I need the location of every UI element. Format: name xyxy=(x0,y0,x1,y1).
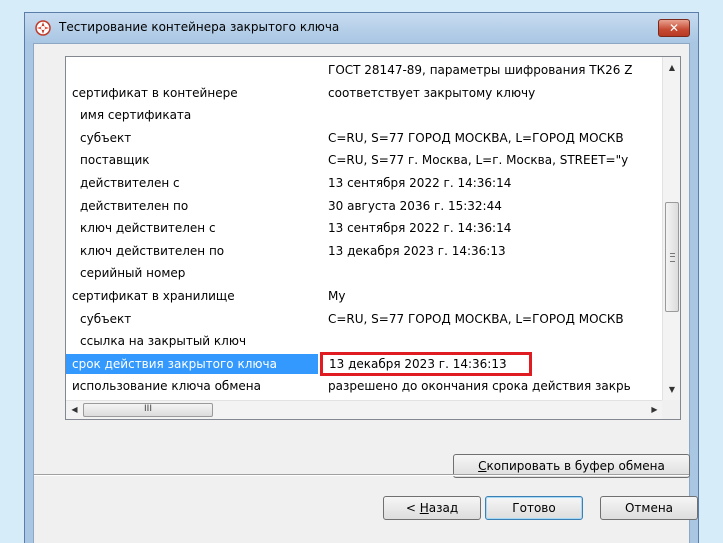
property-name: срок действия закрытого ключа xyxy=(66,353,318,374)
property-value xyxy=(328,331,663,351)
property-value: ГОСТ 28147-89, параметры шифрования ТК26… xyxy=(328,63,633,77)
property-name: субъект xyxy=(80,311,132,326)
list-row[interactable]: использование ключа обмена разрешено до о… xyxy=(66,376,663,399)
property-value: 13 сентября 2022 г. 14:36:14 xyxy=(328,176,512,190)
footer-separator xyxy=(34,474,689,476)
property-value: 13 декабря 2023 г. 14:36:13 xyxy=(328,243,506,258)
property-value: соответствует закрытому ключу xyxy=(328,85,536,100)
vertical-scroll-thumb[interactable] xyxy=(665,202,679,312)
back-mnemonic: Н xyxy=(419,501,429,515)
list-row[interactable]: действителен с 13 сентября 2022 г. 14:36:… xyxy=(66,173,663,196)
scroll-down-arrow-icon[interactable]: ▼ xyxy=(663,381,680,398)
property-value: 13 декабря 2023 г. 14:36:13 xyxy=(320,351,532,376)
property-name: сертификат в хранилище xyxy=(72,289,235,303)
horizontal-scrollbar[interactable]: ◀ III ▶ xyxy=(66,400,663,419)
property-value: разрешено до окончания срока действия за… xyxy=(328,379,631,394)
property-name: субъект xyxy=(80,130,132,145)
scroll-left-arrow-icon[interactable]: ◀ xyxy=(66,401,83,419)
property-name xyxy=(66,60,318,80)
list-row[interactable]: ГОСТ 28147-89, параметры шифрования ТК26… xyxy=(66,60,663,83)
property-name: ключ действителен с xyxy=(80,221,216,236)
property-value xyxy=(328,105,663,125)
client-area: ГОСТ 28147-89, параметры шифрования ТК26… xyxy=(33,43,698,543)
vertical-scrollbar[interactable]: ▲ ▼ xyxy=(662,57,680,400)
property-name: использование ключа обмена xyxy=(72,379,261,394)
list-row[interactable]: поставщик C=RU, S=77 г. Москва, L=г. Моск… xyxy=(66,150,663,173)
horizontal-scroll-thumb[interactable]: III xyxy=(83,403,213,417)
copy-mnemonic: С xyxy=(478,459,487,473)
property-name: действителен по xyxy=(80,198,189,213)
back-button[interactable]: < Назад xyxy=(383,496,481,520)
back-prefix: < xyxy=(405,501,420,515)
crypto-pro-icon xyxy=(35,20,51,36)
properties-list[interactable]: ГОСТ 28147-89, параметры шифрования ТК26… xyxy=(65,56,681,420)
property-value: 30 августа 2036 г. 15:32:44 xyxy=(328,198,502,213)
property-value: C=RU, S=77 ГОРОД МОСКВА, L=ГОРОД МОСКВ xyxy=(328,130,624,145)
property-value: My xyxy=(328,289,346,303)
property-name: серийный номер xyxy=(80,266,186,281)
scroll-right-arrow-icon[interactable]: ▶ xyxy=(646,401,663,419)
property-name: сертификат в контейнере xyxy=(72,85,238,100)
grip-icon xyxy=(670,253,675,262)
list-row[interactable]: срок действия закрытого ключа 13 декабря … xyxy=(66,351,663,377)
back-button-label: азад xyxy=(428,501,459,515)
property-name: имя сертификата xyxy=(80,108,192,123)
window-title: Тестирование контейнера закрытого ключа xyxy=(59,20,340,34)
list-row[interactable]: серийный номер xyxy=(66,263,663,286)
title-bar[interactable]: Тестирование контейнера закрытого ключа … xyxy=(25,13,698,43)
property-value: C=RU, S=77 г. Москва, L=г. Москва, STREE… xyxy=(328,153,629,168)
scrollbar-corner xyxy=(662,400,680,419)
close-button[interactable]: ✕ xyxy=(658,19,690,37)
scroll-up-arrow-icon[interactable]: ▲ xyxy=(663,59,680,76)
list-row[interactable]: ссылка на закрытый ключ xyxy=(66,331,663,354)
cancel-button[interactable]: Отмена xyxy=(600,496,698,520)
copy-button-label: копировать в буфер обмена xyxy=(486,459,665,473)
property-name: поставщик xyxy=(80,153,150,168)
property-value: C=RU, S=77 ГОРОД МОСКВА, L=ГОРОД МОСКВ xyxy=(328,311,624,326)
list-row[interactable]: ключ действителен с 13 сентября 2022 г. 1… xyxy=(66,218,663,241)
property-name: действителен с xyxy=(80,176,180,190)
list-row[interactable]: ключ действителен по 13 декабря 2023 г. 1… xyxy=(66,241,663,264)
list-row[interactable]: сертификат в хранилище My xyxy=(66,286,663,309)
list-row[interactable]: субъект C=RU, S=77 ГОРОД МОСКВА, L=ГОРОД … xyxy=(66,128,663,151)
property-name: ключ действителен по xyxy=(80,243,225,258)
list-row[interactable]: имя сертификата xyxy=(66,105,663,128)
list-row[interactable]: сертификат в контейнере соответствует зак… xyxy=(66,83,663,106)
finish-button[interactable]: Готово xyxy=(485,496,583,520)
dialog-window: Тестирование контейнера закрытого ключа … xyxy=(24,12,699,543)
list-row[interactable]: действителен по 30 августа 2036 г. 15:32:… xyxy=(66,196,663,219)
property-value: 13 сентября 2022 г. 14:36:14 xyxy=(328,221,512,236)
properties-rows: ГОСТ 28147-89, параметры шифрования ТК26… xyxy=(66,57,663,400)
property-name: ссылка на закрытый ключ xyxy=(80,334,247,349)
property-value xyxy=(328,263,663,283)
list-row[interactable]: субъект C=RU, S=77 ГОРОД МОСКВА, L=ГОРОД … xyxy=(66,309,663,332)
